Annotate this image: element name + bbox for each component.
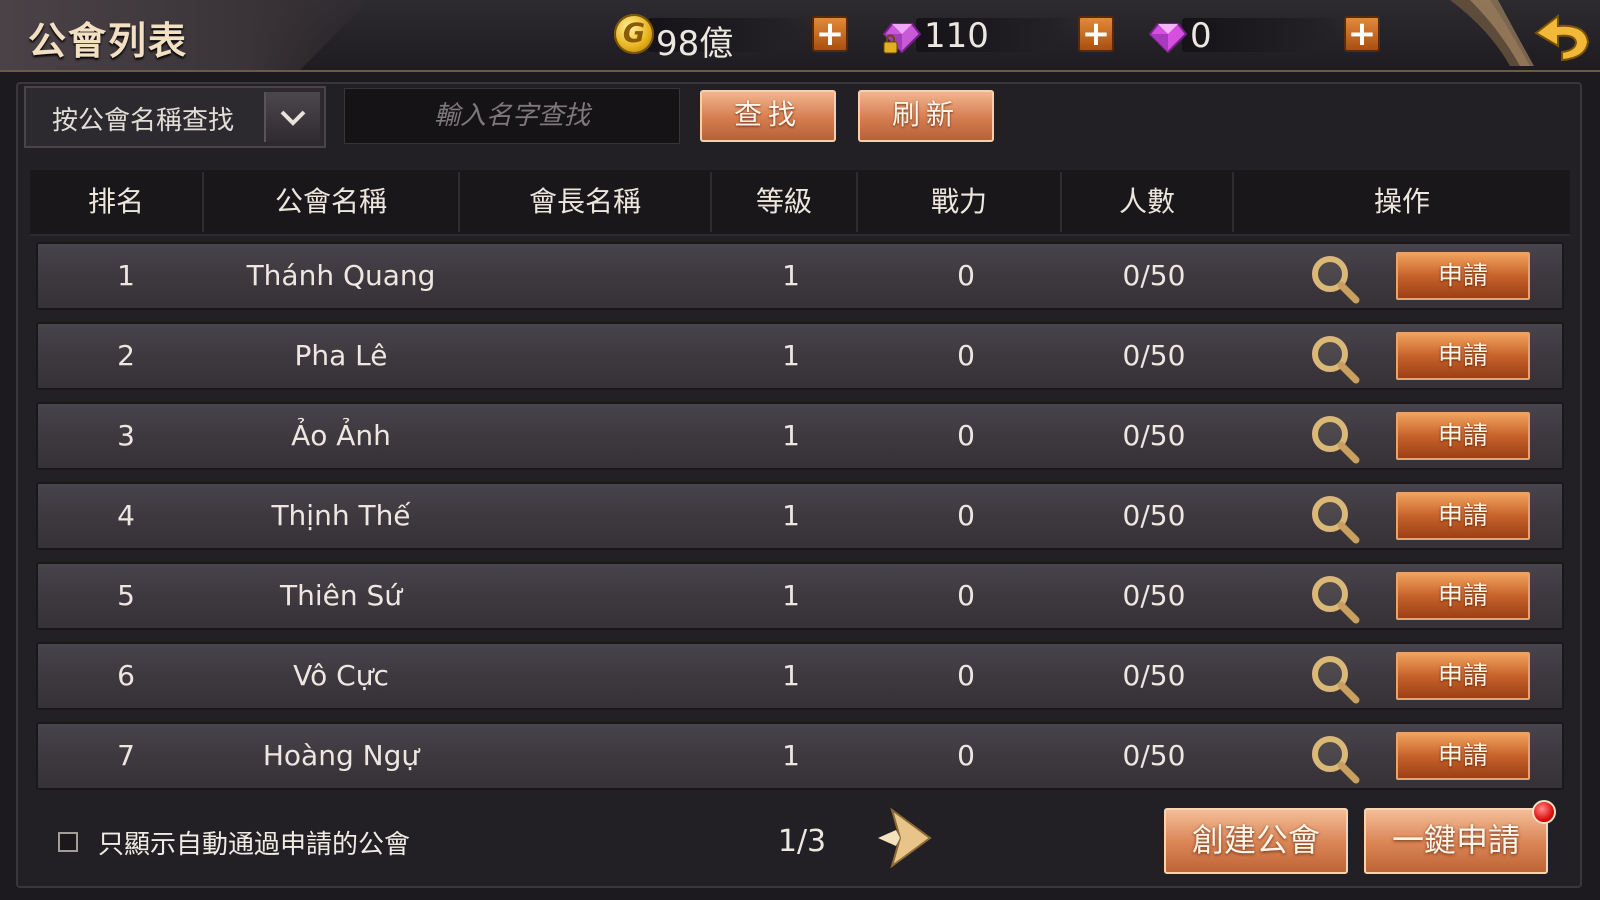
top-bar: 公會列表 G 98億 + 110 + 0 + [0, 0, 1600, 72]
rank-cell: 6 [117, 659, 135, 692]
level-cell: 1 [782, 259, 800, 292]
back-button[interactable] [1450, 0, 1600, 70]
auto-approve-checkbox[interactable] [58, 832, 78, 852]
guild-name-cell: Hoàng Ngự [262, 739, 420, 772]
apply-button[interactable]: 申請 [1396, 492, 1530, 540]
leader-name-cell [468, 564, 718, 628]
gold-coin-icon: G [614, 14, 654, 54]
column-action: 操作 [1373, 185, 1430, 218]
add-gold-button[interactable]: + [812, 16, 848, 52]
view-guild-magnifier-icon[interactable] [1308, 332, 1362, 386]
leader-name-cell [468, 484, 718, 548]
members-cell: 0/50 [1122, 259, 1186, 292]
level-cell: 1 [782, 579, 800, 612]
power-cell: 0 [957, 659, 975, 692]
members-cell: 0/50 [1122, 579, 1186, 612]
power-cell: 0 [957, 499, 975, 532]
power-cell: 0 [957, 419, 975, 452]
view-guild-magnifier-icon[interactable] [1308, 732, 1362, 786]
diamond-amount: 0 [1190, 16, 1212, 56]
level-cell: 1 [782, 419, 800, 452]
apply-button[interactable]: 申請 [1396, 332, 1530, 380]
next-page-arrow-icon[interactable] [872, 806, 936, 870]
guild-name-search-input[interactable] [344, 88, 680, 144]
table-header: 排名 公會名稱 會長名稱 等級 戰力 人數 操作 [30, 170, 1570, 236]
page-indicator: 1/3 [777, 824, 827, 859]
column-level: 等級 [755, 185, 812, 218]
column-members: 人數 [1118, 185, 1175, 218]
dropdown-toggle[interactable] [264, 92, 320, 142]
guild-name-cell: Vô Cực [293, 659, 389, 692]
auto-approve-label: 只顯示自動通過申請的公會 [98, 830, 411, 860]
chevron-down-icon [280, 110, 306, 126]
leader-name-cell [468, 404, 718, 468]
table-row: 1 Thánh Quang 1 0 0/50 申請 [36, 242, 1564, 310]
back-arrow-icon [1534, 13, 1590, 62]
leader-name-cell [468, 244, 718, 308]
add-diamond-button[interactable]: + [1344, 16, 1380, 52]
search-mode-label: 按公會名稱查找 [52, 106, 235, 136]
table-row: 3 Ảo Ảnh 1 0 0/50 申請 [36, 402, 1564, 470]
one-click-apply-button[interactable]: 一鍵申請 [1364, 808, 1548, 874]
create-guild-button[interactable]: 創建公會 [1164, 808, 1348, 874]
column-guild-name: 公會名稱 [274, 185, 387, 218]
guild-name-cell: Thịnh Thế [271, 499, 411, 532]
apply-button[interactable]: 申請 [1396, 572, 1530, 620]
view-guild-magnifier-icon[interactable] [1308, 652, 1362, 706]
locked-diamond-amount: 110 [924, 16, 989, 56]
view-guild-magnifier-icon[interactable] [1308, 572, 1362, 626]
gold-amount: 98億 [656, 24, 734, 64]
locked-diamond-icon [882, 23, 922, 54]
members-cell: 0/50 [1122, 659, 1186, 692]
apply-button[interactable]: 申請 [1396, 412, 1530, 460]
level-cell: 1 [782, 659, 800, 692]
add-locked-diamond-button[interactable]: + [1078, 16, 1114, 52]
members-cell: 0/50 [1122, 339, 1186, 372]
diamond-icon [1148, 23, 1188, 54]
leader-name-cell [468, 724, 718, 788]
column-power: 戰力 [930, 185, 987, 218]
leader-name-cell [468, 644, 718, 708]
guild-name-cell: Thiên Sứ [279, 579, 403, 612]
search-mode-dropdown[interactable]: 按公會名稱查找 [24, 86, 326, 148]
notification-dot [1532, 800, 1556, 824]
refresh-button[interactable]: 刷新 [858, 90, 994, 142]
view-guild-magnifier-icon[interactable] [1308, 252, 1362, 306]
members-cell: 0/50 [1122, 739, 1186, 772]
level-cell: 1 [782, 339, 800, 372]
members-cell: 0/50 [1122, 499, 1186, 532]
guild-name-cell: Pha Lê [294, 339, 388, 372]
rank-cell: 4 [117, 499, 135, 532]
guild-name-cell: Thánh Quang [246, 259, 436, 292]
members-cell: 0/50 [1122, 419, 1186, 452]
table-row: 6 Vô Cực 1 0 0/50 申請 [36, 642, 1564, 710]
guild-name-cell: Ảo Ảnh [291, 419, 391, 452]
table-row: 5 Thiên Sứ 1 0 0/50 申請 [36, 562, 1564, 630]
column-leader-name: 會長名稱 [528, 185, 641, 218]
rank-cell: 1 [117, 259, 135, 292]
search-button[interactable]: 查找 [700, 90, 836, 142]
table-row: 4 Thịnh Thế 1 0 0/50 申請 [36, 482, 1564, 550]
column-rank: 排名 [87, 185, 144, 218]
rank-cell: 2 [117, 339, 135, 372]
page-title: 公會列表 [28, 19, 189, 63]
level-cell: 1 [782, 739, 800, 772]
rank-cell: 5 [117, 579, 135, 612]
table-row: 2 Pha Lê 1 0 0/50 申請 [36, 322, 1564, 390]
apply-button[interactable]: 申請 [1396, 732, 1530, 780]
table-row: 7 Hoàng Ngự 1 0 0/50 申請 [36, 722, 1564, 790]
apply-button[interactable]: 申請 [1396, 252, 1530, 300]
view-guild-magnifier-icon[interactable] [1308, 492, 1362, 546]
level-cell: 1 [782, 499, 800, 532]
view-guild-magnifier-icon[interactable] [1308, 412, 1362, 466]
power-cell: 0 [957, 739, 975, 772]
rank-cell: 3 [117, 419, 135, 452]
leader-name-cell [468, 324, 718, 388]
power-cell: 0 [957, 579, 975, 612]
apply-button[interactable]: 申請 [1396, 652, 1530, 700]
rank-cell: 7 [117, 739, 135, 772]
power-cell: 0 [957, 259, 975, 292]
power-cell: 0 [957, 339, 975, 372]
